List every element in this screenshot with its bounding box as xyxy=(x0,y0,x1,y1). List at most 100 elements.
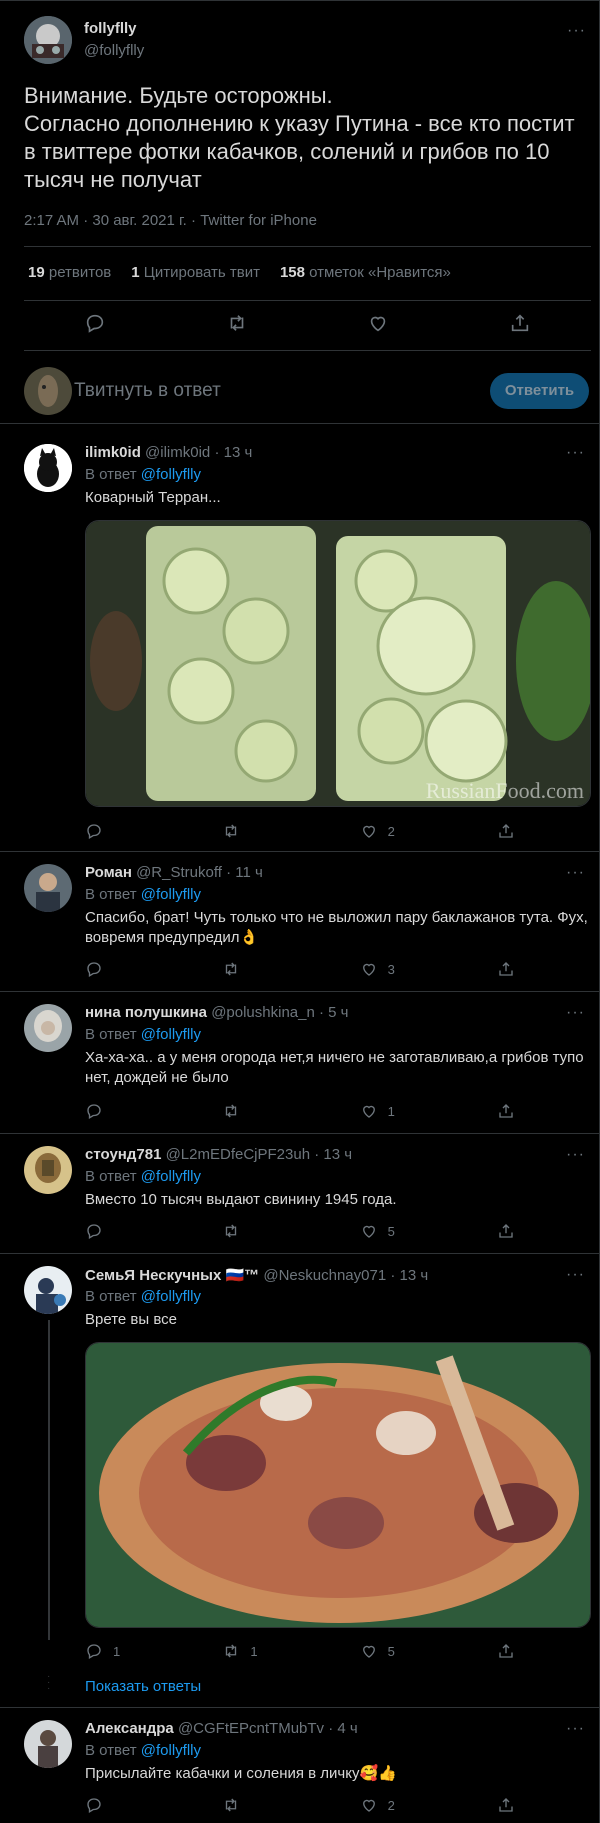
in-reply-label: В ответ xyxy=(85,886,141,903)
reply-time[interactable]: · 11 ч xyxy=(222,864,263,881)
like-action[interactable]: 2 xyxy=(360,1796,460,1814)
reply-name[interactable]: нина полушкина xyxy=(85,1004,207,1021)
reply-button[interactable]: Ответить xyxy=(490,373,589,409)
retweet-action[interactable] xyxy=(222,822,322,840)
reply-handle[interactable]: @L2mEDfeCjPF23uh xyxy=(166,1146,310,1163)
reply-tweet[interactable]: стоунд781 @L2mEDfeCjPF23uh · 13 ч ··· В … xyxy=(0,1134,599,1254)
share-icon xyxy=(497,822,515,840)
reply-name[interactable]: стоунд781 xyxy=(85,1146,161,1163)
share-action[interactable] xyxy=(497,822,515,840)
retweets-stat[interactable]: 19 ретвитов xyxy=(28,264,111,281)
reply-avatar[interactable] xyxy=(24,1720,72,1768)
like-action[interactable]: 1 xyxy=(360,1102,460,1120)
tweet-source[interactable]: Twitter for iPhone xyxy=(200,212,317,229)
reply-name[interactable]: СемьЯ Нескучных 🇷🇺™ xyxy=(85,1267,259,1284)
reply-text: Спасибо, брат! Чуть только что не выложи… xyxy=(85,909,588,946)
reply-name[interactable]: ilimk0id xyxy=(85,444,141,461)
quotes-stat[interactable]: 1 Цитировать твит xyxy=(131,264,260,281)
in-reply-to: В ответ @follyflly xyxy=(85,1168,201,1185)
reply-tweet[interactable]: Роман @R_Strukoff · 11 ч ··· В ответ @fo… xyxy=(0,852,599,992)
in-reply-handle[interactable]: @follyflly xyxy=(141,466,201,483)
more-icon[interactable]: ··· xyxy=(566,1146,585,1164)
more-icon[interactable]: ··· xyxy=(567,22,586,40)
in-reply-handle[interactable]: @follyflly xyxy=(141,886,201,903)
reply-tweet[interactable]: Александра @CGFtEPcntTMubTv · 4 ч ··· В … xyxy=(0,1708,599,1823)
more-icon[interactable]: ··· xyxy=(566,1004,585,1022)
in-reply-handle[interactable]: @follyflly xyxy=(141,1026,201,1043)
reply-header: нина полушкина @polushkina_n · 5 ч xyxy=(85,1004,348,1021)
reply-action[interactable] xyxy=(85,1102,185,1120)
share-action[interactable] xyxy=(497,1102,515,1120)
like-action[interactable]: 2 xyxy=(360,822,460,840)
my-avatar[interactable] xyxy=(24,367,72,415)
reply-icon[interactable] xyxy=(84,312,106,334)
reply-actions: 1 xyxy=(85,1102,515,1120)
retweet-action[interactable] xyxy=(222,1102,322,1120)
in-reply-handle[interactable]: @follyflly xyxy=(141,1742,201,1759)
reply-time[interactable]: · 13 ч xyxy=(386,1267,428,1284)
reply-tweet[interactable]: ilimk0id @ilimk0id · 13 ч ··· В ответ @f… xyxy=(0,432,599,852)
like-action[interactable]: 5 xyxy=(360,1222,460,1240)
reply-time[interactable]: · 13 ч xyxy=(210,444,252,461)
in-reply-label: В ответ xyxy=(85,1742,141,1759)
reply-avatar[interactable] xyxy=(24,1266,72,1314)
reply-handle[interactable]: @R_Strukoff xyxy=(136,864,222,881)
reply-avatar[interactable] xyxy=(24,444,72,492)
divider xyxy=(24,300,591,301)
likes-stat[interactable]: 158 отметок «Нравится» xyxy=(280,264,451,281)
reply-avatar[interactable] xyxy=(24,1146,72,1194)
reply-actions: 5 xyxy=(85,1222,515,1240)
in-reply-to: В ответ @follyflly xyxy=(85,1742,201,1759)
like-count: 5 xyxy=(387,1223,395,1239)
author-handle[interactable]: @follyflly xyxy=(84,42,144,59)
retweet-action[interactable] xyxy=(222,1796,322,1814)
retweet-action[interactable] xyxy=(222,1222,322,1240)
share-icon[interactable] xyxy=(509,312,531,334)
retweet-action[interactable] xyxy=(222,960,322,978)
reply-handle[interactable]: @CGFtEPcntTMubTv xyxy=(178,1720,324,1737)
like-action[interactable]: 3 xyxy=(360,960,460,978)
reply-time[interactable]: · 5 ч xyxy=(315,1004,349,1021)
in-reply-handle[interactable]: @follyflly xyxy=(141,1288,201,1305)
reply-tweet[interactable]: нина полушкина @polushkina_n · 5 ч ··· В… xyxy=(0,992,599,1134)
reply-avatar[interactable] xyxy=(24,1004,72,1052)
reply-time[interactable]: · 13 ч xyxy=(310,1146,352,1163)
reply-name[interactable]: Александра xyxy=(85,1720,174,1737)
more-icon[interactable]: ··· xyxy=(566,1720,585,1738)
reply-name[interactable]: Роман xyxy=(85,864,132,881)
author-display-name[interactable]: follyflly xyxy=(84,20,137,37)
retweet-count: 1 xyxy=(250,1643,258,1659)
reply-action[interactable]: 1 xyxy=(85,1642,185,1660)
like-action[interactable]: 5 xyxy=(360,1642,460,1660)
reply-media-image[interactable] xyxy=(85,1342,591,1628)
share-action[interactable] xyxy=(497,1796,515,1814)
like-count: 3 xyxy=(387,961,395,977)
reply-handle[interactable]: @ilimk0id xyxy=(145,444,210,461)
reply-time[interactable]: · 4 ч xyxy=(324,1720,358,1737)
author-avatar[interactable] xyxy=(24,16,72,64)
reply-handle[interactable]: @Neskuchnay071 xyxy=(263,1267,386,1284)
reply-media-image[interactable]: RussianFood.com xyxy=(85,520,591,807)
reply-action[interactable] xyxy=(85,1796,185,1814)
like-icon[interactable] xyxy=(367,312,389,334)
show-replies-link[interactable]: Показать ответы xyxy=(85,1678,201,1695)
tweet-time[interactable]: 2:17 AM · 30 авг. 2021 г. · xyxy=(24,212,200,229)
more-icon[interactable]: ··· xyxy=(566,864,585,882)
reply-avatar[interactable] xyxy=(24,864,72,912)
share-action[interactable] xyxy=(497,1642,515,1660)
reply-action[interactable] xyxy=(85,1222,185,1240)
more-icon[interactable]: ··· xyxy=(566,1266,585,1284)
reply-handle[interactable]: @polushkina_n xyxy=(211,1004,315,1021)
share-action[interactable] xyxy=(497,1222,515,1240)
reply-input[interactable]: Твитнуть в ответ xyxy=(74,380,221,402)
reply-tweet[interactable]: СемьЯ Нескучных 🇷🇺™ @Neskuchnay071 · 13 … xyxy=(0,1254,599,1708)
reply-action[interactable] xyxy=(85,960,185,978)
retweet-icon[interactable] xyxy=(226,312,248,334)
in-reply-handle[interactable]: @follyflly xyxy=(141,1168,201,1185)
in-reply-label: В ответ xyxy=(85,466,141,483)
more-icon[interactable]: ··· xyxy=(566,444,585,462)
retweet-action[interactable]: 1 xyxy=(222,1642,322,1660)
author-name[interactable]: follyflly xyxy=(84,20,137,38)
share-action[interactable] xyxy=(497,960,515,978)
reply-action[interactable] xyxy=(85,822,185,840)
